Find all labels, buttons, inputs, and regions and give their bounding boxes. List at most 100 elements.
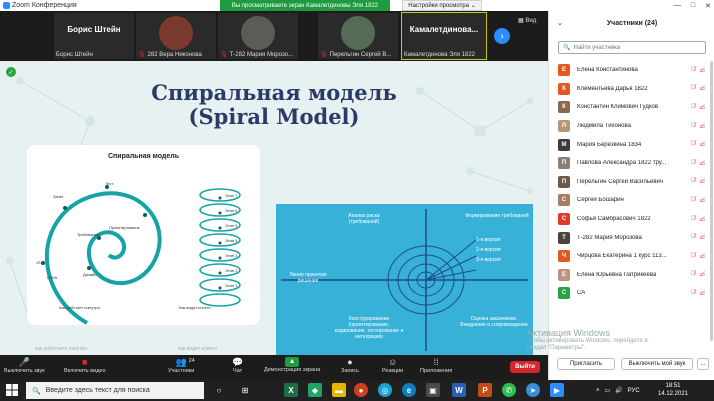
multitask-icon[interactable]: ⊞ — [238, 383, 252, 397]
quadrant-label: Оценка заказчиком. Внедрение и сопровожд… — [460, 316, 528, 328]
reactions-button[interactable]: ☺ Реакции — [382, 356, 403, 374]
apps-button[interactable]: ⁞⁞ Приложения — [420, 356, 452, 374]
more-button[interactable]: ... — [697, 358, 709, 370]
version-label: 3-я версия — [476, 257, 501, 263]
participant-name: Людмила Тихонова — [577, 123, 631, 130]
windows-start-icon[interactable] — [6, 384, 18, 396]
coil-label: Этап 4 — [225, 238, 238, 243]
app-icon[interactable]: ◆ — [308, 383, 322, 397]
leave-button[interactable]: Выйти — [510, 361, 540, 373]
participant-row[interactable]: Л Людмила Тихонова 🎙̸ ▭̸ — [549, 117, 714, 136]
mic-muted-icon[interactable]: 🎙̸ — [691, 67, 696, 74]
mic-muted-icon[interactable]: 🎙̸ — [691, 85, 696, 92]
participant-row[interactable]: С Софья Самбрасович 1822 🎙̸ ▭̸ — [549, 210, 714, 229]
clock-date: 14.12.2021 — [657, 391, 689, 397]
mic-muted-icon[interactable]: 🎙̸ — [691, 290, 696, 297]
video-off-icon[interactable]: ▭̸ — [699, 160, 705, 167]
video-off-icon[interactable]: ▭̸ — [699, 85, 705, 92]
video-off-icon[interactable]: ▭̸ — [699, 123, 705, 130]
video-off-icon[interactable]: ▭̸ — [699, 141, 705, 148]
strip-next-button[interactable]: › — [494, 28, 510, 44]
video-tile[interactable]: 🎙 282 Вера Никонова — [136, 13, 216, 59]
taskbar-clock[interactable]: 18:51 14.12.2021 — [656, 382, 690, 398]
avatar: М — [558, 138, 570, 151]
chevron-down-icon[interactable]: ⌄ — [557, 19, 563, 27]
video-off-icon[interactable]: ▭̸ — [699, 290, 705, 297]
start-video-button[interactable]: ■ Включить видео — [64, 356, 106, 374]
telegram-icon[interactable]: ➤ — [526, 383, 540, 397]
powerpoint-icon[interactable]: P — [478, 383, 492, 397]
participant-search-input[interactable]: 🔍 Найти участника — [558, 41, 706, 54]
participant-status: 🎙̸ ▭̸ — [691, 253, 705, 260]
mic-muted-icon[interactable]: 🎙̸ — [691, 178, 696, 185]
zoom-taskbar-icon[interactable]: ▶ — [550, 383, 564, 397]
chat-button[interactable]: 💬 Чат — [232, 356, 243, 374]
mic-muted-icon[interactable]: 🎙̸ — [691, 160, 696, 167]
mic-muted-icon[interactable]: 🎙̸ — [691, 123, 696, 130]
network-icon[interactable]: ▭ — [605, 387, 611, 394]
video-off-icon[interactable]: ▭̸ — [699, 104, 705, 111]
participant-row[interactable]: С СА 🎙̸ ▭̸ — [549, 284, 714, 303]
taskbar-search-input[interactable]: 🔍 Введите здесь текст для поиска — [26, 382, 204, 399]
mic-muted-icon[interactable]: 🎙̸ — [691, 234, 696, 241]
participant-row[interactable]: Е Елена Юрьевна Патрикеева 🎙̸ ▭̸ — [549, 266, 714, 285]
edge-icon[interactable]: e — [402, 383, 416, 397]
participant-status: 🎙̸ ▭̸ — [691, 290, 705, 297]
invite-button[interactable]: Пригласить — [557, 358, 615, 370]
participant-row[interactable]: П Перельгин Сергей Васильевич 🎙̸ ▭̸ — [549, 173, 714, 192]
spiral-label: JS — [36, 260, 41, 265]
video-tile[interactable]: 🎙 Т-282 Мария Морозо... — [218, 13, 298, 59]
video-off-icon[interactable]: ▭̸ — [699, 271, 705, 278]
word-icon[interactable]: W — [452, 383, 466, 397]
video-off-icon[interactable]: ▭̸ — [699, 216, 705, 223]
close-button[interactable]: ✕ — [705, 2, 711, 10]
participant-row[interactable]: Т Т-282 Мария Морозова 🎙̸ ▭̸ — [549, 228, 714, 247]
video-off-icon[interactable]: ▭̸ — [699, 253, 705, 260]
participants-button[interactable]: 👥 24 Участники — [168, 356, 195, 374]
record-button[interactable]: ● Запись — [341, 356, 359, 374]
mute-button[interactable]: 🎤 Выключить звук — [4, 356, 45, 374]
participant-row[interactable]: К Константин Климович Гудков 🎙̸ ▭̸ — [549, 98, 714, 117]
language-indicator[interactable]: РУС — [628, 388, 640, 394]
excel-icon[interactable]: X — [284, 383, 298, 397]
participant-name: Мария Березкина 1834 — [577, 141, 642, 148]
folder-icon[interactable]: ▬ — [332, 383, 346, 397]
participant-row[interactable]: С Сергей Бошарин 🎙̸ ▭̸ — [549, 191, 714, 210]
opera-icon[interactable]: ◎ — [378, 383, 392, 397]
participant-row[interactable]: М Мария Березкина 1834 🎙̸ ▭̸ — [549, 135, 714, 154]
whatsapp-icon[interactable]: ✆ — [502, 383, 516, 397]
video-off-icon[interactable]: ▭̸ — [699, 197, 705, 204]
mic-muted-icon[interactable]: 🎙̸ — [691, 104, 696, 111]
participant-row[interactable]: К Клементьева Дарья 1822 🎙̸ ▭̸ — [549, 80, 714, 99]
video-tile-active[interactable]: Камалетдинова... Камалетдинова Эля 1822 — [401, 12, 487, 60]
video-off-icon[interactable]: ▭̸ — [699, 178, 705, 185]
spiral-model-quadrant-card: Анализ риска (требований) Формирование т… — [276, 204, 533, 355]
participant-row[interactable]: Ч Чирцова Екатерина 1 курс 113... 🎙̸ ▭̸ — [549, 247, 714, 266]
mic-muted-icon[interactable]: 🎙̸ — [691, 253, 696, 260]
mic-muted-icon[interactable]: 🎙̸ — [691, 141, 696, 148]
participant-row[interactable]: Е Елена Константинова 🎙̸ ▭̸ — [549, 61, 714, 80]
panel-scrollbar[interactable] — [710, 61, 713, 341]
video-tile[interactable]: Борис Штейн Борис Штейн — [54, 13, 134, 59]
app-icon[interactable]: ▣ — [426, 383, 440, 397]
encryption-shield-icon[interactable]: ✓ — [6, 67, 16, 77]
search-placeholder: Найти участника — [573, 44, 621, 51]
chrome-icon[interactable]: ● — [354, 383, 368, 397]
video-off-icon[interactable]: ▭̸ — [699, 234, 705, 241]
task-view-icon[interactable]: ○ — [212, 383, 226, 397]
mic-muted-icon[interactable]: 🎙̸ — [691, 271, 696, 278]
minimize-button[interactable]: — — [674, 2, 681, 9]
volume-icon[interactable]: 🔊 — [615, 387, 622, 394]
search-icon: 🔍 — [563, 45, 571, 51]
view-options-button[interactable]: Настройки просмотра ⌄ — [402, 0, 482, 11]
video-off-icon[interactable]: ▭̸ — [699, 67, 705, 74]
mute-me-button[interactable]: Выключить мой звук — [621, 358, 693, 370]
maximize-button[interactable]: □ — [691, 2, 695, 9]
chevron-up-icon[interactable]: ˄ — [596, 388, 600, 394]
mic-muted-icon[interactable]: 🎙̸ — [691, 197, 696, 204]
participant-row[interactable]: П Павлова Александра 1822 тру... 🎙̸ ▭̸ — [549, 154, 714, 173]
mic-muted-icon[interactable]: 🎙̸ — [691, 216, 696, 223]
view-button[interactable]: ▦ Вид — [518, 17, 536, 24]
video-tile[interactable]: 🎙 Перельгин Сергей В... — [318, 13, 398, 59]
share-screen-button[interactable]: ▲ Демонстрация экрана — [264, 356, 320, 373]
